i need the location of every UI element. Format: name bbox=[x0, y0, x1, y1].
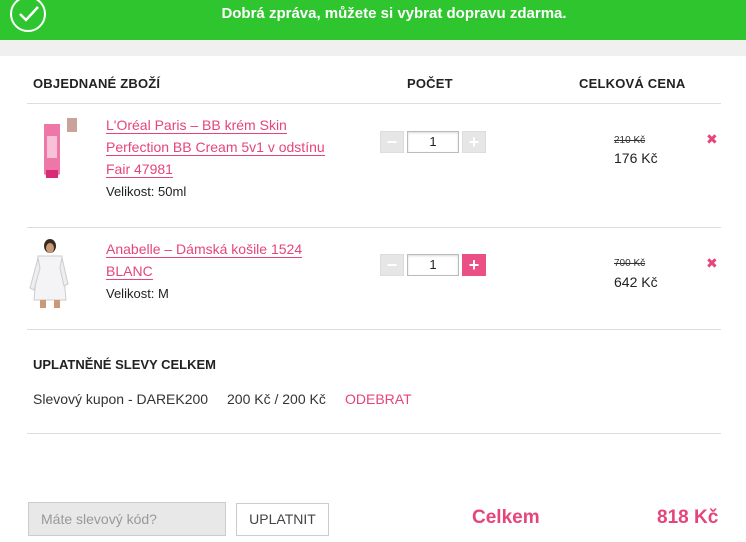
divider bbox=[27, 329, 721, 330]
decrease-qty-button[interactable]: − bbox=[380, 131, 404, 153]
discounts-title: UPLATNĚNÉ SLEVY CELKEM bbox=[33, 357, 216, 372]
current-price: 642 Kč bbox=[614, 274, 658, 290]
quantity-stepper: − 1 + bbox=[380, 131, 486, 153]
banner-message: Dobrá zpráva, můžete si vybrat dopravu z… bbox=[221, 5, 567, 22]
divider bbox=[27, 433, 721, 434]
divider bbox=[27, 103, 721, 104]
old-price: 700 Kč bbox=[614, 258, 646, 269]
decrease-qty-button[interactable]: − bbox=[380, 254, 404, 276]
increase-qty-button[interactable]: + bbox=[462, 131, 486, 153]
free-shipping-banner: Dobrá zpráva, můžete si vybrat dopravu z… bbox=[0, 0, 746, 40]
banner-strip bbox=[0, 40, 746, 56]
remove-item-icon[interactable]: ✖ bbox=[706, 131, 718, 148]
increase-qty-button[interactable]: + bbox=[462, 254, 486, 276]
header-qty: POČET bbox=[407, 76, 453, 91]
old-price: 210 Kč bbox=[614, 135, 646, 146]
product-name-link[interactable]: L'Oréal Paris – BB krém Skin Perfection … bbox=[106, 114, 341, 180]
product-thumbnail[interactable] bbox=[28, 238, 70, 313]
total-label: Celkem bbox=[472, 507, 540, 528]
remove-coupon-link[interactable]: ODEBRAT bbox=[345, 391, 412, 407]
apply-coupon-button[interactable]: UPLATNIT bbox=[236, 503, 329, 536]
header-total: CELKOVÁ CENA bbox=[579, 76, 686, 91]
remove-item-icon[interactable]: ✖ bbox=[706, 255, 718, 272]
coupon-label: Slevový kupon - DAREK200 bbox=[33, 391, 209, 407]
quantity-input[interactable]: 1 bbox=[407, 254, 459, 276]
header-product: OBJEDNANÉ ZBOŽÍ bbox=[33, 76, 161, 91]
total-value: 818 Kč bbox=[657, 507, 719, 528]
divider bbox=[27, 227, 721, 228]
coupon-code-input[interactable]: Máte slevový kód? bbox=[28, 502, 226, 536]
product-size: Velikost: M bbox=[106, 286, 169, 301]
product-size: Velikost: 50ml bbox=[106, 184, 187, 199]
current-price: 176 Kč bbox=[614, 150, 658, 166]
quantity-input[interactable]: 1 bbox=[407, 131, 459, 153]
product-name-link[interactable]: Anabelle – Dámská košile 1524 BLANC bbox=[106, 238, 341, 282]
quantity-stepper: − 1 + bbox=[380, 254, 486, 276]
coupon-amount: 200 Kč / 200 Kč bbox=[227, 391, 326, 407]
product-thumbnail[interactable] bbox=[40, 116, 80, 187]
